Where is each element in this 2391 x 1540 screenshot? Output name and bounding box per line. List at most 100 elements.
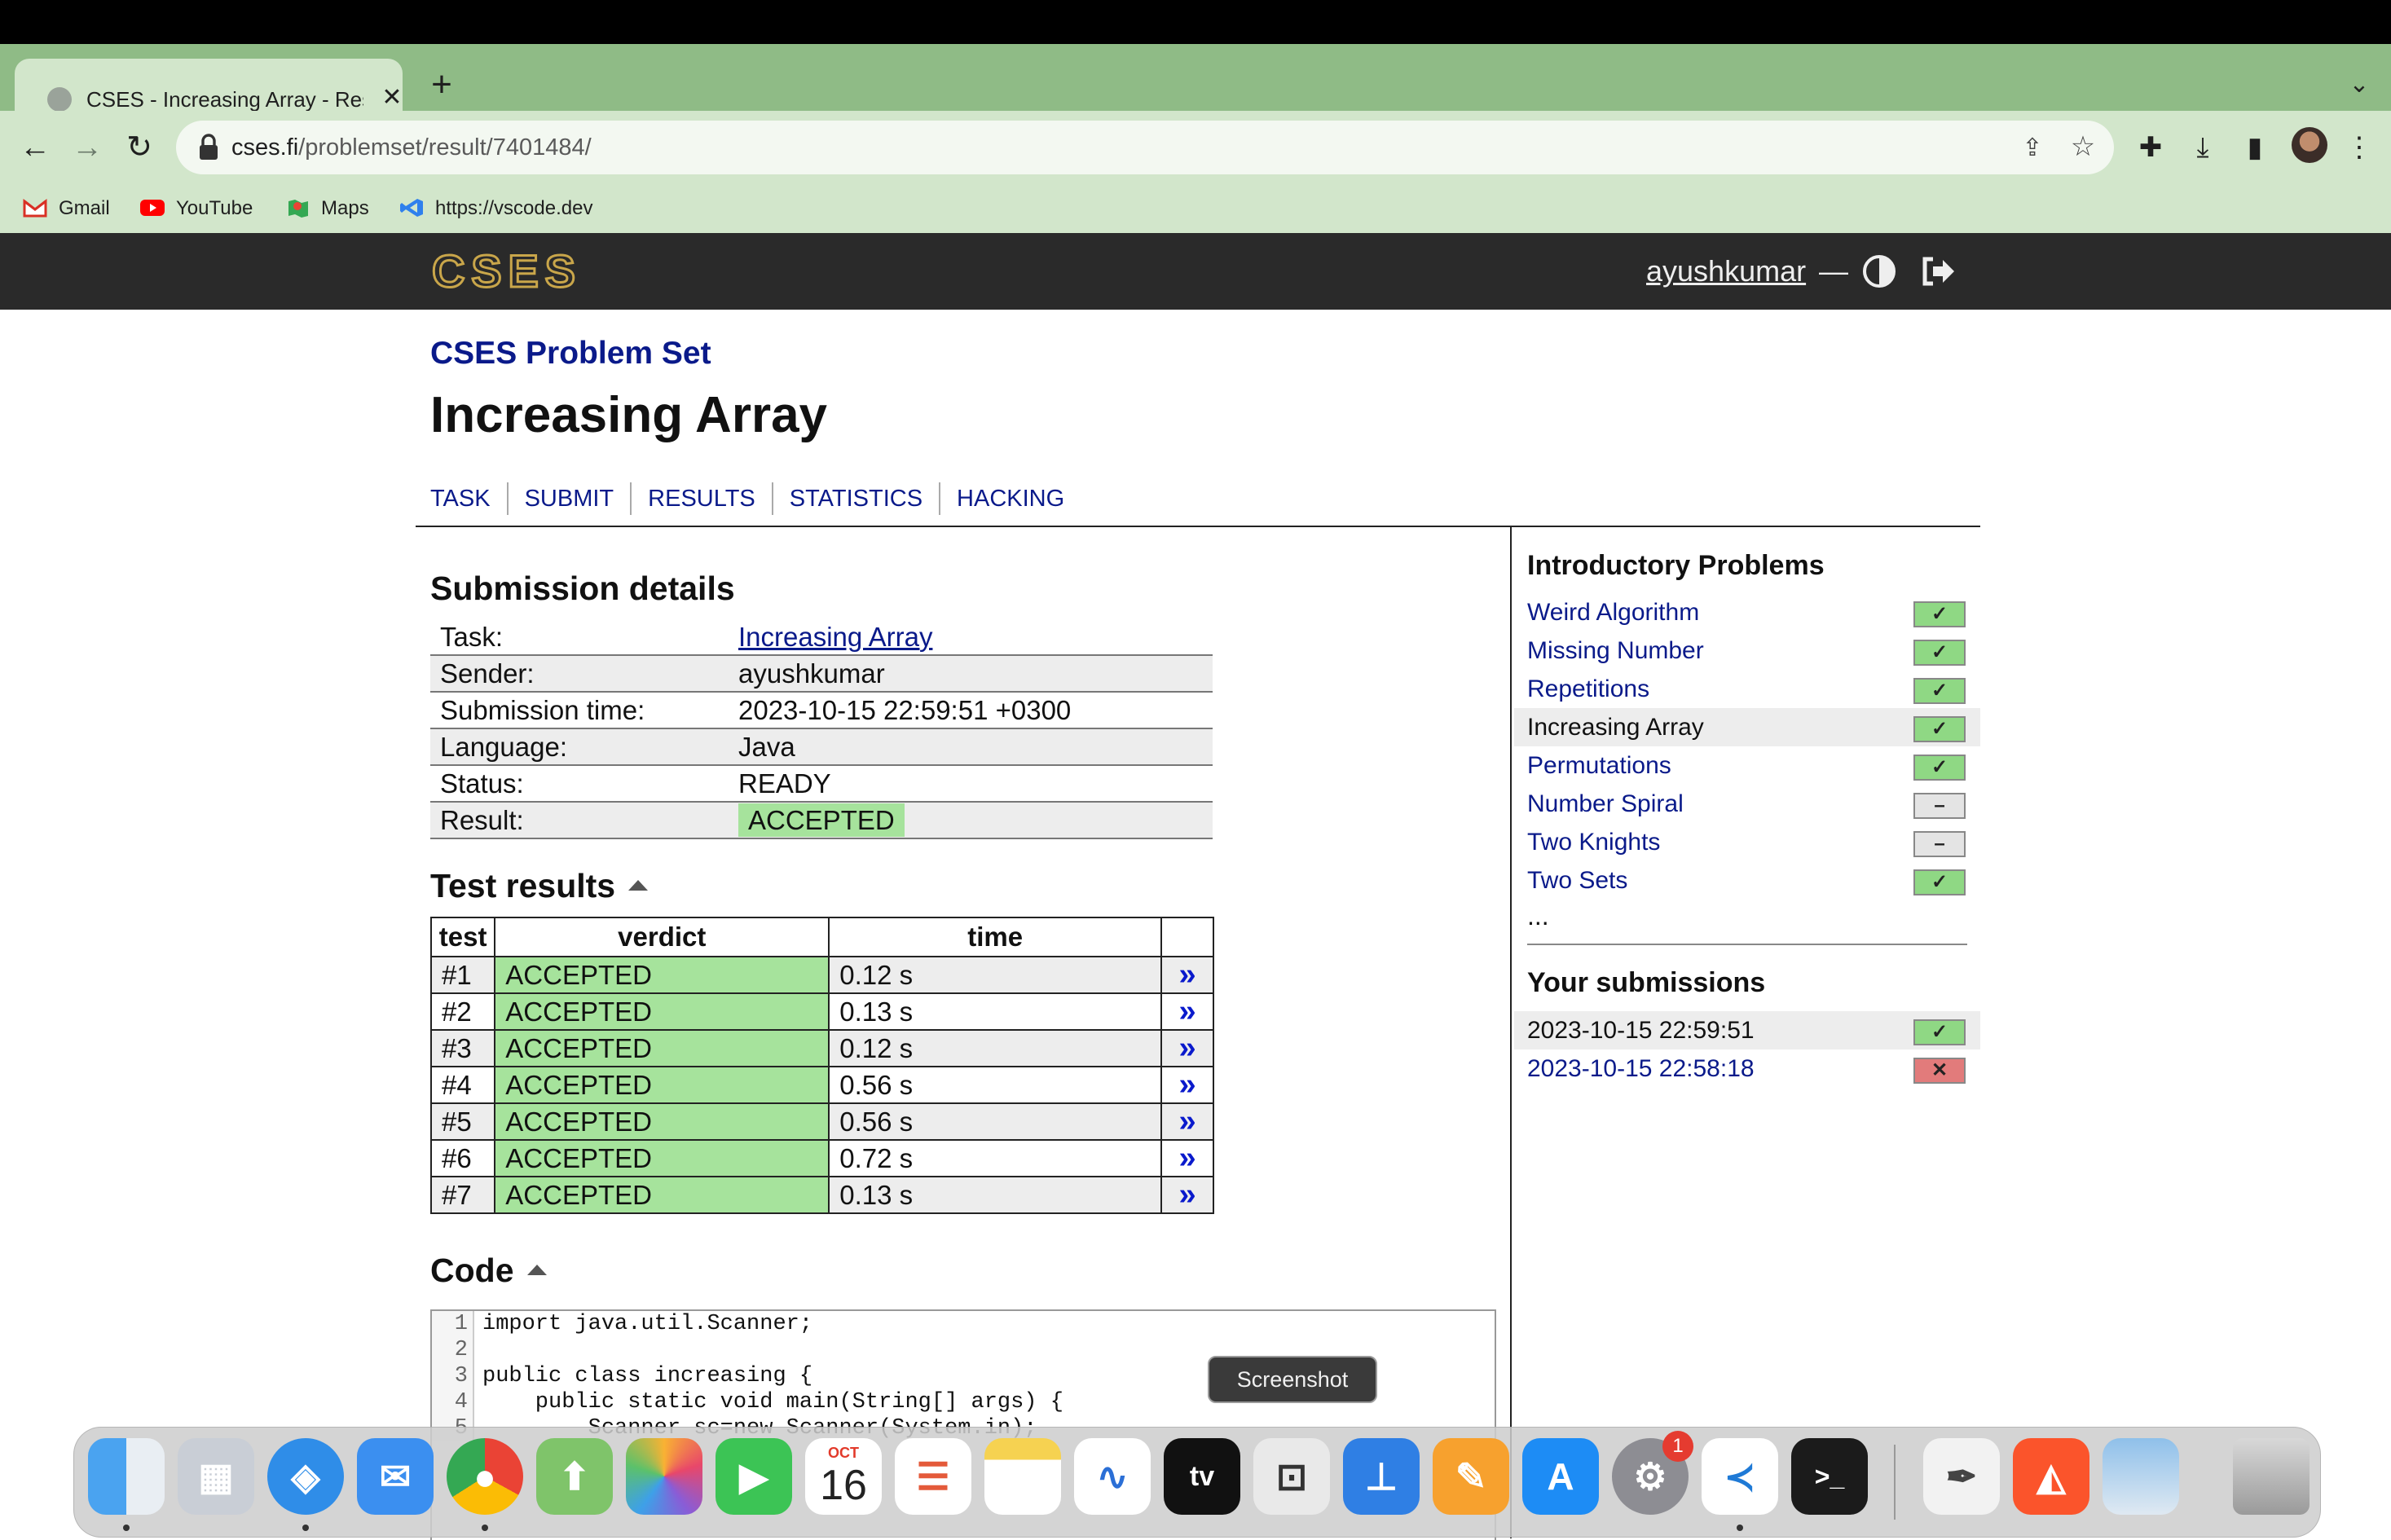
sidebar-section-heading: Introductory Problems bbox=[1527, 550, 1825, 581]
list-item[interactable]: Repetitions ✓ bbox=[1514, 670, 1980, 708]
chrome-icon[interactable]: ● bbox=[447, 1438, 523, 1515]
facetime-icon[interactable]: ▶ bbox=[716, 1438, 792, 1515]
problem-link[interactable]: Two Knights bbox=[1527, 823, 1660, 861]
maps-app-icon[interactable]: ⬆ bbox=[536, 1438, 613, 1515]
mail-icon[interactable]: ✉ bbox=[357, 1438, 434, 1515]
reminders-icon[interactable]: ☰ bbox=[895, 1438, 971, 1515]
side-panel-icon[interactable]: ▮ bbox=[2236, 129, 2274, 166]
bookmark-youtube[interactable]: YouTube bbox=[140, 192, 253, 225]
problem-link[interactable]: Repetitions bbox=[1527, 670, 1649, 708]
test-results-heading[interactable]: Test results bbox=[430, 863, 649, 909]
page-title: Increasing Array bbox=[430, 387, 828, 443]
detail-row-language: Language: Java bbox=[430, 728, 1213, 766]
cses-logo[interactable]: CSES bbox=[430, 248, 580, 295]
freeform-icon[interactable]: ∿ bbox=[1074, 1438, 1151, 1515]
list-item[interactable]: Two Sets ✓ bbox=[1514, 861, 1980, 900]
new-tab-button[interactable]: + bbox=[424, 64, 460, 106]
close-tab-icon[interactable]: ✕ bbox=[377, 81, 407, 114]
problem-link[interactable]: Number Spiral bbox=[1527, 785, 1684, 823]
submission-link[interactable]: 2023-10-15 22:58:18 bbox=[1527, 1049, 1755, 1088]
task-link[interactable]: Increasing Array bbox=[738, 622, 932, 652]
keynote-icon[interactable]: ⊥ bbox=[1343, 1438, 1420, 1515]
problem-link[interactable]: Permutations bbox=[1527, 746, 1671, 785]
profile-avatar[interactable] bbox=[2292, 127, 2327, 163]
preview-icon[interactable] bbox=[2103, 1438, 2179, 1515]
list-item[interactable]: Two Knights – bbox=[1514, 823, 1980, 861]
code-heading-text: Code bbox=[430, 1252, 514, 1289]
test-time: 0.72 s bbox=[828, 1139, 1163, 1177]
lock-icon[interactable] bbox=[194, 132, 223, 163]
list-item[interactable]: 2023-10-15 22:58:18 ✕ bbox=[1514, 1049, 1980, 1088]
screenshot-icon[interactable]: ⊡ bbox=[1253, 1438, 1330, 1515]
bookmark-gmail[interactable]: Gmail bbox=[23, 192, 110, 225]
pages-icon[interactable]: ✎ bbox=[1433, 1438, 1509, 1515]
problem-link[interactable]: Weird Algorithm bbox=[1527, 593, 1699, 631]
view-test-arrow-icon[interactable]: » bbox=[1160, 1176, 1214, 1214]
browser-toolbar: ← → ↻ cses.fi/problemset/result/7401484/… bbox=[0, 111, 2391, 184]
list-item[interactable]: Permutations ✓ bbox=[1514, 746, 1980, 785]
detail-value: Java bbox=[729, 728, 1213, 766]
collapse-triangle-icon[interactable] bbox=[628, 879, 649, 891]
tab-list-chevron-icon[interactable]: ⌄ bbox=[2339, 68, 2380, 101]
share-icon[interactable]: ⇪ bbox=[2016, 132, 2049, 165]
vscode-app-icon[interactable]: ≺ bbox=[1702, 1438, 1778, 1515]
bookmark-maps[interactable]: Maps bbox=[285, 192, 369, 225]
brave-icon[interactable]: ◭ bbox=[2013, 1438, 2089, 1515]
view-test-arrow-icon[interactable]: » bbox=[1160, 1029, 1214, 1067]
detail-label: Language: bbox=[430, 728, 729, 766]
list-item[interactable]: Number Spiral – bbox=[1514, 785, 1980, 823]
forward-arrow-icon[interactable]: → bbox=[67, 127, 108, 168]
bookmark-star-icon[interactable]: ☆ bbox=[2067, 130, 2099, 163]
view-test-arrow-icon[interactable]: » bbox=[1160, 1066, 1214, 1104]
username-link[interactable]: ayushkumar bbox=[1646, 249, 1806, 293]
column-header-time: time bbox=[828, 917, 1163, 957]
collapse-triangle-icon[interactable] bbox=[526, 1264, 547, 1275]
more-menu-icon[interactable]: ⋮ bbox=[2340, 129, 2378, 166]
list-item[interactable]: Missing Number ✓ bbox=[1514, 631, 1980, 670]
detail-label: Task: bbox=[430, 619, 729, 656]
line-number: 1 bbox=[432, 1311, 474, 1337]
problem-link[interactable]: Two Sets bbox=[1527, 861, 1627, 900]
app-store-icon[interactable]: A bbox=[1522, 1438, 1599, 1515]
nav-statistics[interactable]: STATISTICS bbox=[771, 482, 939, 515]
test-number: #2 bbox=[429, 992, 496, 1031]
photos-icon[interactable] bbox=[626, 1438, 702, 1515]
extensions-puzzle-icon[interactable]: ✚ bbox=[2132, 129, 2169, 166]
notes-icon[interactable] bbox=[984, 1438, 1061, 1515]
safari-icon[interactable]: ◈ bbox=[267, 1438, 344, 1515]
code-text: public static void main(String[] args) { bbox=[482, 1390, 1063, 1415]
url-text[interactable]: cses.fi/problemset/result/7401484/ bbox=[231, 130, 592, 165]
logout-icon[interactable] bbox=[1920, 254, 1956, 288]
detail-row-status: Status: READY bbox=[430, 765, 1213, 803]
launchpad-icon[interactable]: ▦ bbox=[178, 1438, 254, 1515]
nav-submit[interactable]: SUBMIT bbox=[506, 482, 631, 515]
trash-icon[interactable] bbox=[2233, 1438, 2310, 1515]
terminal-icon[interactable]: >_ bbox=[1791, 1438, 1868, 1515]
nav-task[interactable]: TASK bbox=[430, 482, 507, 515]
code-heading[interactable]: Code bbox=[430, 1247, 547, 1293]
apple-tv-icon[interactable]: tv bbox=[1164, 1438, 1240, 1515]
nav-results[interactable]: RESULTS bbox=[630, 482, 772, 515]
finder-icon[interactable] bbox=[88, 1438, 165, 1515]
view-test-arrow-icon[interactable]: » bbox=[1160, 1102, 1214, 1141]
address-bar[interactable]: cses.fi/problemset/result/7401484/ ⇪ ☆ bbox=[176, 121, 2114, 174]
list-item[interactable]: Weird Algorithm ✓ bbox=[1514, 593, 1980, 631]
test-number: #4 bbox=[429, 1066, 496, 1104]
bookmark-vscode[interactable]: https://vscode.dev bbox=[399, 192, 592, 225]
textedit-icon[interactable]: ✒ bbox=[1923, 1438, 2000, 1515]
breadcrumb-problem-set[interactable]: CSES Problem Set bbox=[430, 332, 711, 375]
back-arrow-icon[interactable]: ← bbox=[15, 127, 55, 168]
nav-hacking[interactable]: HACKING bbox=[939, 482, 1081, 515]
reload-icon[interactable]: ↻ bbox=[119, 127, 160, 168]
browser-tab[interactable]: CSES - Increasing Array - Result ✕ bbox=[15, 59, 403, 112]
calendar-icon[interactable]: OCT 16 bbox=[805, 1438, 882, 1515]
theme-toggle-icon[interactable] bbox=[1862, 254, 1896, 288]
problem-link[interactable]: Missing Number bbox=[1527, 631, 1704, 670]
download-icon[interactable]: ⤓ bbox=[2184, 129, 2221, 166]
cross-icon: ✕ bbox=[1913, 1058, 1966, 1084]
view-test-arrow-icon[interactable]: » bbox=[1160, 956, 1214, 994]
view-test-arrow-icon[interactable]: » bbox=[1160, 992, 1214, 1031]
more-problems-ellipsis[interactable]: ... bbox=[1527, 900, 1549, 932]
check-icon: ✓ bbox=[1913, 1019, 1966, 1045]
view-test-arrow-icon[interactable]: » bbox=[1160, 1139, 1214, 1177]
